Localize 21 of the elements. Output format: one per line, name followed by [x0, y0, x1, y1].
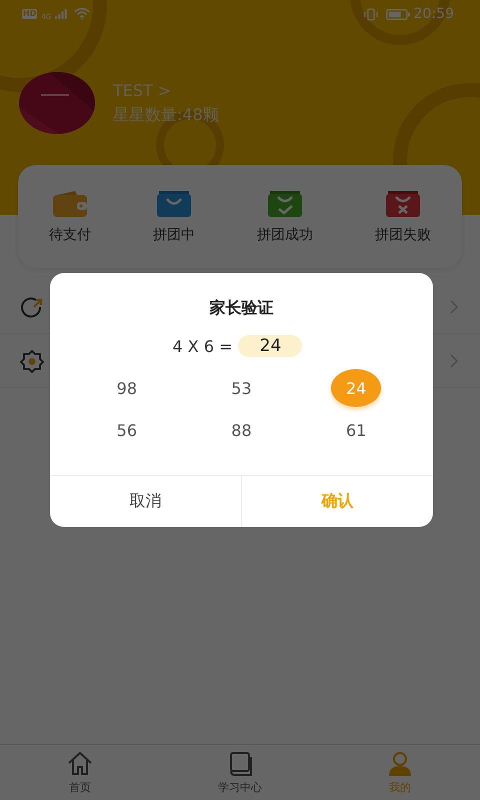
dialog-title: 家长验证 [210, 298, 274, 319]
answer-field[interactable]: 24 [238, 335, 302, 357]
answer-option[interactable]: 98 [102, 369, 152, 407]
network-badge: HD [22, 9, 38, 19]
tab[interactable]: 学习中心 [195, 750, 285, 795]
answer-option[interactable]: 56 [102, 411, 152, 449]
math-question: 4 X 6 = [172, 336, 232, 356]
clock: 20:59 [414, 6, 454, 22]
order-shortcut[interactable]: 待支付 [49, 189, 91, 244]
order-shortcut[interactable]: 拼团失败 [375, 189, 431, 244]
answer-option[interactable]: 88 [216, 411, 266, 449]
order-shortcut[interactable]: 拼团成功 [257, 189, 313, 244]
answer-option[interactable]: 53 [216, 369, 266, 407]
tab[interactable]: 我的 [355, 750, 445, 795]
star-count: 星星数量:48颗 [113, 104, 219, 126]
order-shortcut[interactable]: 拼团中 [153, 189, 195, 244]
answer-option[interactable]: 24 [331, 369, 382, 407]
tab[interactable]: 首页 [35, 750, 125, 795]
confirm-button[interactable]: 确认 [241, 476, 433, 527]
cancel-button[interactable]: 取消 [50, 476, 241, 527]
answer-option[interactable]: 61 [331, 411, 382, 449]
